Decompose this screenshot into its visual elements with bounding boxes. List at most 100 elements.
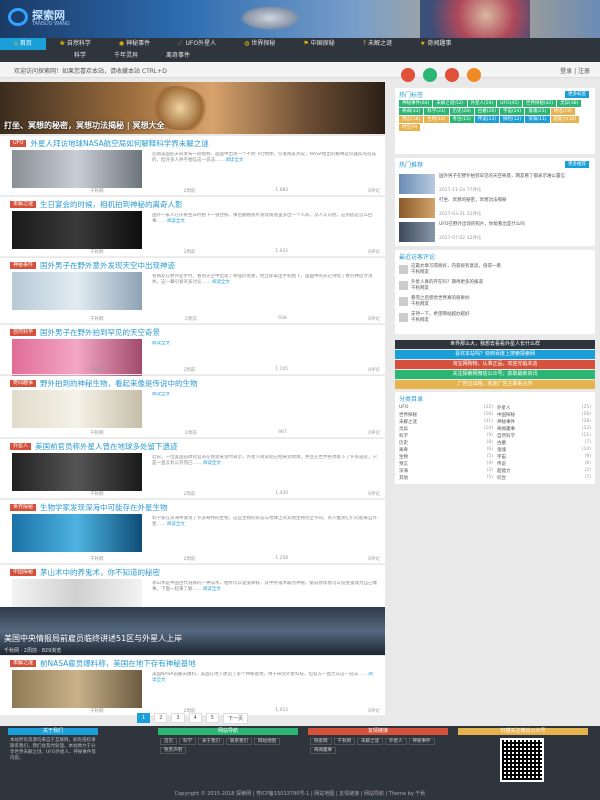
wechat-icon[interactable] bbox=[423, 68, 437, 82]
read-more-link[interactable]: 阅读全文 bbox=[152, 341, 170, 346]
post-author[interactable]: 千秋网 bbox=[90, 188, 104, 194]
hot-post[interactable]: 国外男子在野外拍到罕见的天空奇景，网友看了都表示难以置信 2017-11-24 7… bbox=[399, 172, 591, 196]
friend-link[interactable]: 神秘事件 bbox=[408, 738, 435, 745]
sub-nav-item-1[interactable]: 千年灵异 bbox=[100, 50, 152, 62]
post-title[interactable]: 国外男子在野外拍到罕见的天空奇景 bbox=[40, 327, 160, 338]
post-thumbnail[interactable] bbox=[12, 670, 142, 708]
category-item[interactable]: 未解之谜 (31) bbox=[399, 419, 493, 425]
post-thumbnail[interactable] bbox=[12, 150, 142, 188]
tag-link[interactable]: 传说(13) bbox=[474, 116, 499, 123]
post-thumbnail[interactable] bbox=[12, 211, 142, 249]
post-author[interactable]: 千秋网 bbox=[90, 367, 104, 373]
category-name[interactable]: 未解之谜 bbox=[399, 419, 417, 425]
hot-post-title[interactable]: 打坐、冥想的秘密，冥想功法揭秘 bbox=[439, 198, 589, 204]
category-item[interactable]: 鬼魂 (10) bbox=[497, 447, 591, 453]
more-hot-link[interactable]: 更多推荐 bbox=[565, 161, 589, 168]
hot-post-title[interactable]: UFO在野外出现的照片，你能看出是什么吗 bbox=[439, 222, 589, 228]
category-item[interactable]: 外星人 (25) bbox=[497, 405, 591, 411]
category-item[interactable]: 神秘事件 (28) bbox=[497, 419, 591, 425]
tag-link[interactable]: 历史(28) bbox=[449, 108, 474, 115]
category-name[interactable]: 自然科学 bbox=[497, 433, 515, 439]
read-more-link[interactable]: 阅读全文 bbox=[167, 522, 185, 527]
read-more-link[interactable]: 阅读全文 bbox=[203, 587, 221, 592]
tag-link[interactable]: 世界探秘(42) bbox=[522, 100, 557, 107]
post-comments[interactable]: 0评论 bbox=[368, 430, 380, 436]
category-name[interactable]: UFO bbox=[399, 405, 408, 410]
nav-item-1[interactable]: ❀ 自然科学 bbox=[46, 38, 105, 50]
post-title[interactable]: 生物学家发现深海中可能存在外星生物 bbox=[40, 502, 168, 513]
slider-caption[interactable]: 打坐、冥想的秘密，冥想功法揭秘 | 冥想大全 bbox=[4, 120, 165, 131]
category-name[interactable]: 神秘事件 bbox=[497, 419, 515, 425]
nav-item-6[interactable]: ? 未解之谜 bbox=[349, 38, 406, 50]
category-item[interactable]: 科学 (9) bbox=[399, 433, 493, 439]
post-comments[interactable]: 0评论 bbox=[368, 249, 380, 255]
category-item[interactable]: 深海 (3) bbox=[399, 468, 493, 474]
tag-link[interactable]: 时空(9) bbox=[399, 124, 421, 131]
qq-icon[interactable] bbox=[445, 68, 459, 82]
comment-item[interactable]: 这篇文章写得很好，内容很有意思，值得一看 千秋网友 bbox=[399, 264, 591, 278]
nav-item-5[interactable]: ⚑ 中国探秘 bbox=[289, 38, 348, 50]
hot-post-title[interactable]: 国外男子在野外拍到罕见的天空奇景，网友看了都表示难以置信 bbox=[439, 174, 589, 180]
footer-link[interactable]: 网站地图 bbox=[254, 738, 280, 745]
category-name[interactable]: 预言 bbox=[399, 461, 408, 467]
read-more-link[interactable]: 阅读全文 bbox=[203, 461, 221, 466]
page-1-button[interactable]: 1 bbox=[137, 713, 151, 723]
post-author[interactable]: 千秋网 bbox=[90, 556, 104, 562]
category-name[interactable]: 鬼魂 bbox=[497, 447, 506, 453]
tag-link[interactable]: 外星人(50) bbox=[467, 100, 497, 107]
read-more-link[interactable]: 阅读全文 bbox=[225, 158, 243, 163]
post-comments[interactable]: 0评论 bbox=[368, 316, 380, 322]
site-logo[interactable]: 探索网 TANSUO WANG bbox=[8, 6, 88, 30]
ad-banner[interactable]: 喜欢本站吗？快到百度上搜索探索网 bbox=[395, 350, 595, 359]
friend-link[interactable]: 探索网 bbox=[310, 738, 332, 745]
category-item[interactable]: 奇闻趣事 (12) bbox=[497, 426, 591, 432]
post-title[interactable]: 野外拍到的神秘生物，看起来像是传说中的生物 bbox=[40, 378, 198, 389]
footer-link[interactable]: 科学 bbox=[179, 738, 196, 745]
post-author[interactable]: 千秋网 bbox=[90, 249, 104, 255]
category-name[interactable]: 生物 bbox=[399, 454, 408, 460]
category-name[interactable]: 深海 bbox=[399, 468, 408, 474]
friend-link[interactable]: 外星人 bbox=[385, 738, 407, 745]
post-category-tag[interactable]: 中国探秘 bbox=[10, 568, 37, 576]
comment-item[interactable]: 看完之后感觉世界真的很奇妙 千秋网友 bbox=[399, 296, 591, 310]
sub-nav-item-2[interactable]: 离奇事件 bbox=[152, 50, 204, 62]
hot-post-thumbnail[interactable] bbox=[399, 222, 435, 242]
read-more-link[interactable]: 阅读全文 bbox=[212, 280, 230, 285]
friend-link[interactable]: 未解之谜 bbox=[357, 738, 383, 745]
category-item[interactable]: 传说 (6) bbox=[497, 461, 591, 467]
post-title[interactable]: 茅山术中的养鬼术，你不知道的秘密 bbox=[40, 567, 160, 578]
tag-link[interactable]: 奇闻(33) bbox=[399, 108, 424, 115]
friend-link[interactable]: 千秋网 bbox=[333, 738, 355, 745]
tag-link[interactable]: 深海(11) bbox=[525, 116, 550, 123]
category-item[interactable]: 预言 (4) bbox=[399, 461, 493, 467]
ad-banner[interactable]: 广告位出租，欢迎广告主联系合作 bbox=[395, 380, 595, 389]
tag-link[interactable]: 超能力(10) bbox=[550, 116, 580, 123]
feature-banner[interactable]: 美国中央情报局前雇员临终讲述51区与外星人上岸 千秋网 · 2周前 · 829浏… bbox=[0, 607, 385, 655]
category-name[interactable]: 古墓 bbox=[497, 440, 506, 446]
category-item[interactable]: 古墓 (7) bbox=[497, 440, 591, 446]
more-tags-link[interactable]: 更多标签 bbox=[565, 91, 589, 98]
comment-item[interactable]: 支持一下，希望网站越办越好 千秋网友 bbox=[399, 312, 591, 326]
tag-link[interactable]: 科学(31) bbox=[424, 108, 449, 115]
page-4-button[interactable]: 4 bbox=[188, 713, 202, 723]
footer-link[interactable]: 免责声明 bbox=[160, 747, 186, 754]
comment-item[interactable]: 外星人真的存在吗？期待更多的报道 千秋网友 bbox=[399, 280, 591, 294]
nav-item-4[interactable]: ◍ 世界探秘 bbox=[230, 38, 289, 50]
category-item[interactable]: 综合 (7) bbox=[497, 475, 591, 481]
tag-link[interactable]: 神话(19) bbox=[550, 108, 575, 115]
next-page-button[interactable]: 下一页 bbox=[222, 712, 248, 724]
weibo-icon[interactable] bbox=[401, 68, 415, 82]
category-item[interactable]: 自然科学 (11) bbox=[497, 433, 591, 439]
post-category-tag[interactable]: UFO bbox=[10, 139, 27, 147]
post-title[interactable]: 外星人拜访地球NASA航空局如何解释科学界未解之谜 bbox=[30, 138, 208, 149]
category-item[interactable]: 其他 (5) bbox=[399, 475, 493, 481]
tag-link[interactable]: 宇宙(24) bbox=[500, 108, 525, 115]
category-item[interactable]: 离奇 (6) bbox=[399, 447, 493, 453]
post-category-tag[interactable]: 神秘事件 bbox=[10, 261, 37, 269]
category-name[interactable]: 传说 bbox=[497, 461, 506, 467]
tag-link[interactable]: 生物(16) bbox=[424, 116, 449, 123]
tag-link[interactable]: 考古(15) bbox=[449, 116, 474, 123]
category-name[interactable]: 外星人 bbox=[497, 405, 511, 411]
post-category-tag[interactable]: 自然科学 bbox=[10, 328, 37, 336]
category-item[interactable]: 灵异 (14) bbox=[399, 426, 493, 432]
